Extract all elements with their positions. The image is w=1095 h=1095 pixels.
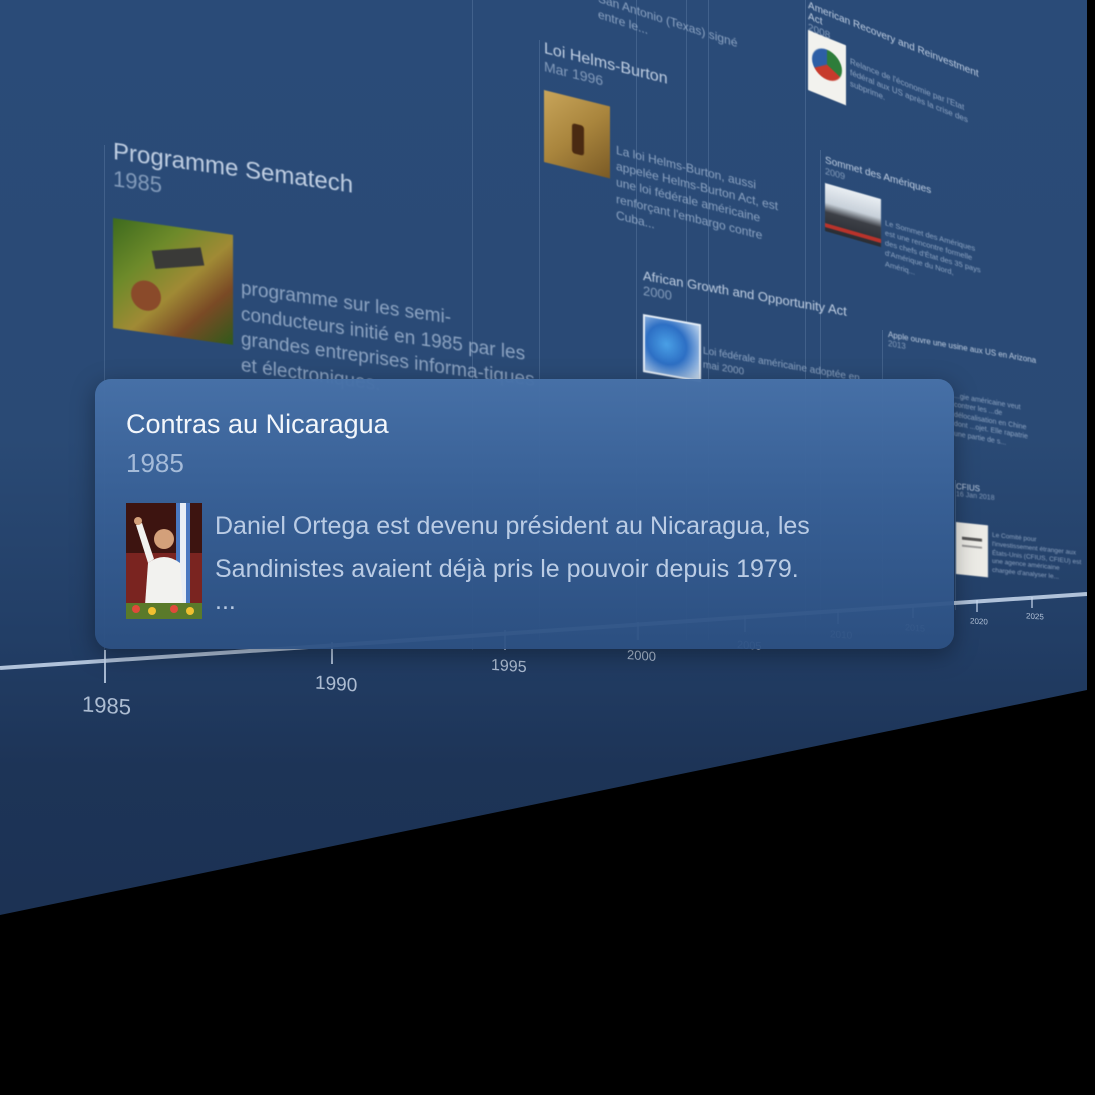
- popup-title: Contras au Nicaragua: [126, 409, 389, 439]
- popup-description: Daniel Ortega est devenu président au Ni…: [215, 512, 810, 583]
- axis-tick-label: 1990: [315, 672, 358, 697]
- axis-tick-label: 2020: [970, 616, 988, 627]
- popup-date: 1985: [126, 448, 184, 478]
- popup-more-ellipsis[interactable]: ...: [215, 587, 236, 616]
- axis-tick-label: 2025: [1026, 611, 1044, 622]
- timeline-viewport: Programme Sematech 1985 programme sur le…: [0, 0, 1095, 1095]
- axis-tick-label: 1995: [491, 656, 527, 677]
- event-detail-popup[interactable]: Contras au Nicaragua 1985 Daniel Ortega …: [95, 379, 954, 649]
- axis-tick-label: 2000: [627, 646, 656, 665]
- axis-tick-label: 1985: [82, 691, 131, 720]
- portrait-photo-icon: [126, 503, 202, 619]
